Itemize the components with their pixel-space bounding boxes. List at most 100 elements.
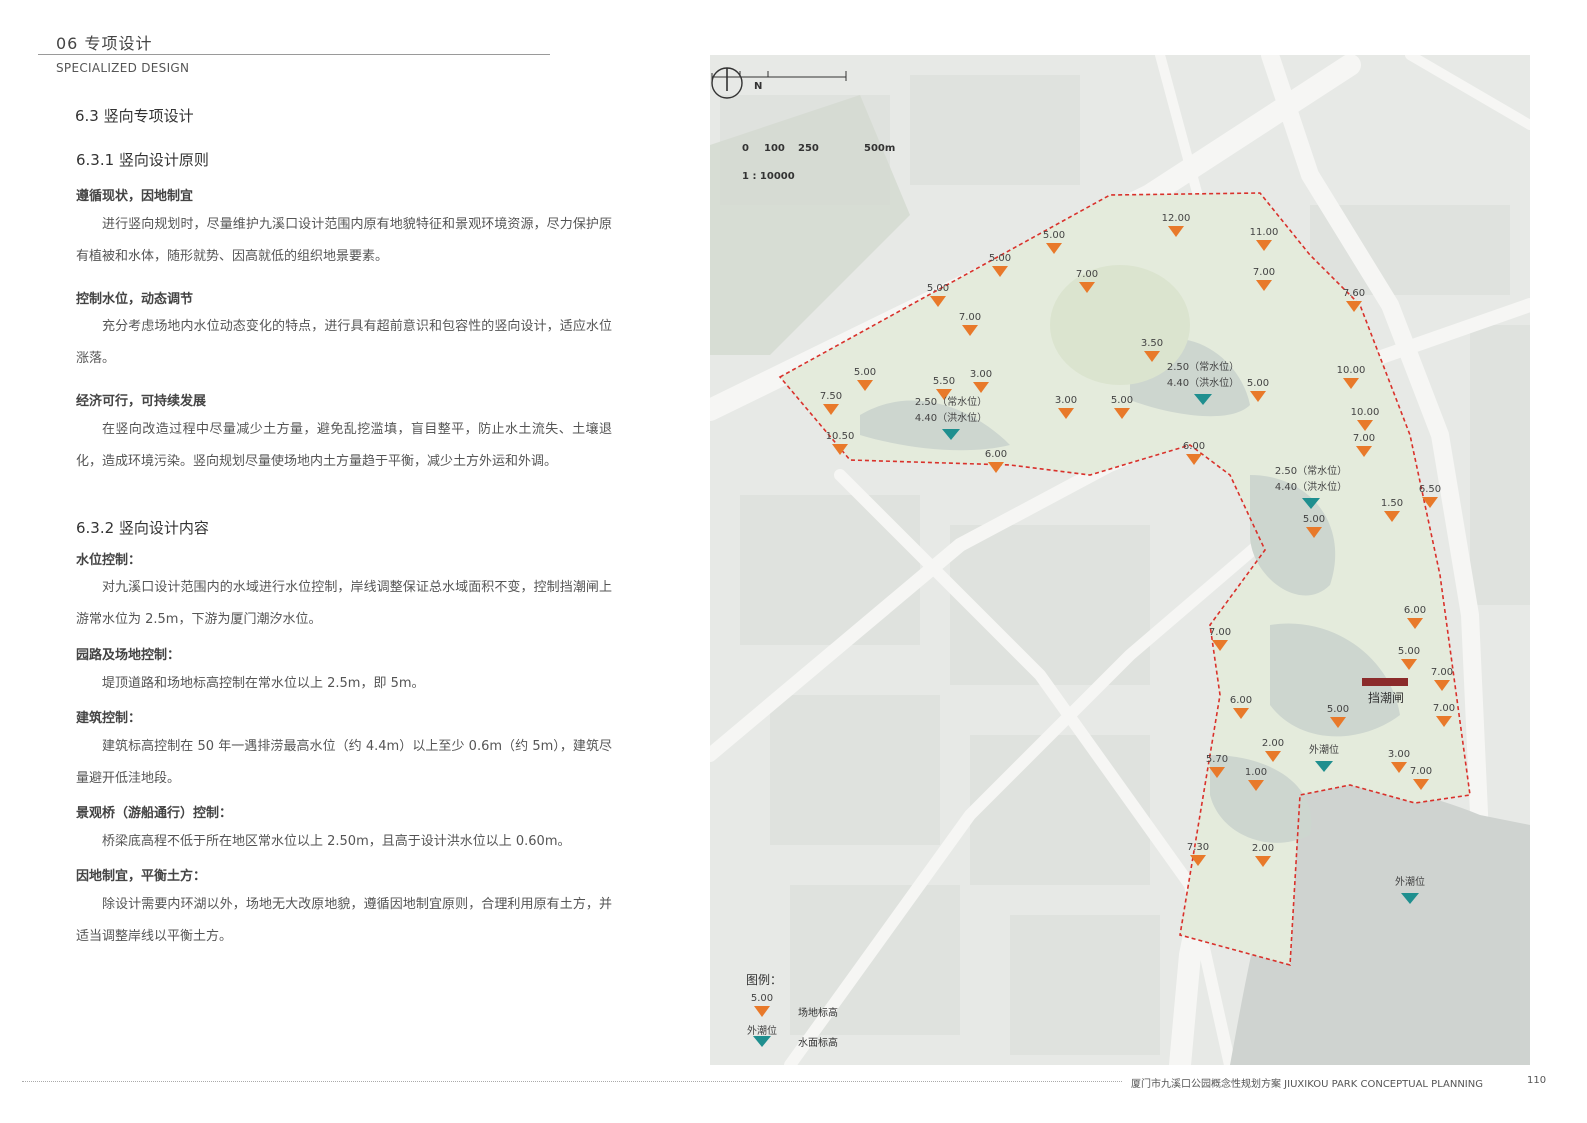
section-title: 06 专项设计 [56, 34, 153, 53]
elevation-label: 7.00 [1075, 269, 1099, 280]
site-map[interactable]: N 0 100 250 500m 1 : 10000 12.00 11.00 5.0… [710, 55, 1530, 1065]
elevation-marker-icon [1265, 751, 1281, 762]
elevation-label: 2.00 [1251, 843, 1275, 854]
map-basemap [710, 55, 1530, 1065]
water-level-label: 外潮位 [1395, 877, 1425, 888]
elevation-label: 6.50 [1418, 484, 1442, 495]
content-text-2: 堤顶道路和场地标高控制在常水位以上 2.5m，即 5m。 [102, 676, 425, 691]
elevation-label: 7.00 [1252, 267, 1276, 278]
elevation-marker-icon [1436, 716, 1452, 727]
water-level-marker-icon [942, 429, 960, 440]
elevation-label: 6.00 [1229, 695, 1253, 706]
elevation-label: 7.00 [1409, 766, 1433, 777]
elevation-marker-icon [930, 296, 946, 307]
scale-tick-100: 100 [764, 143, 785, 154]
elevation-marker-icon [1384, 511, 1400, 522]
header-divider [38, 54, 550, 55]
water-level-marker-icon [1194, 394, 1212, 405]
elevation-marker-icon [992, 266, 1008, 277]
content-title-3: 建筑控制： [76, 711, 142, 726]
elevation-label: 7.00 [1208, 627, 1232, 638]
elevation-label: 5.50 [932, 376, 956, 387]
legend-water-marker-icon [753, 1036, 771, 1047]
elevation-label: 5.70 [1205, 754, 1229, 765]
elevation-marker-icon [1250, 391, 1266, 402]
scale-ratio: 1 : 10000 [742, 171, 795, 182]
elevation-marker-icon [857, 380, 873, 391]
elevation-label: 3.00 [1387, 749, 1411, 760]
principle-text-2: 充分考虑场地内水位动态变化的特点，进行具有超前意识和包容性的竖向设计，适应水位涨… [76, 319, 612, 366]
content-text-1: 对九溪口设计范围内的水域进行水位控制，岸线调整保证总水域面积不变，控制挡潮闸上游… [76, 580, 612, 627]
content-text-5: 除设计需要内环湖以外，场地无大改原地貌，遵循因地制宜原则，合理利用原有土方，并适… [76, 897, 612, 944]
elevation-label: 7.00 [1352, 433, 1376, 444]
elevation-marker-icon [832, 444, 848, 455]
elevation-marker-icon [1248, 780, 1264, 791]
elevation-label: 7.60 [1342, 288, 1366, 299]
water-level-marker-icon [1315, 761, 1333, 772]
subsection-heading-content: 6.3.2 竖向设计内容 [76, 519, 209, 537]
content-text-4: 桥梁底高程不低于所在地区常水位以上 2.50m，且高于设计洪水位以上 0.60m… [102, 834, 571, 849]
elevation-label: 7.50 [819, 391, 843, 402]
elevation-label: 5.00 [853, 367, 877, 378]
elevation-label: 7.00 [958, 312, 982, 323]
elevation-label: 6.00 [1403, 605, 1427, 616]
elevation-label: 1.00 [1244, 767, 1268, 778]
elevation-marker-icon [1407, 618, 1423, 629]
elevation-marker-icon [988, 462, 1004, 473]
content-title-4: 景观桥（游船通行）控制： [76, 806, 233, 821]
elevation-label: 7.00 [1430, 667, 1454, 678]
scale-bar [711, 71, 847, 81]
principle-text-3: 在竖向改造过程中尽量减少土方量，避免乱挖滥填，盲目整平，防止水土流失、土壤退化，… [76, 422, 612, 469]
elevation-marker-icon [1212, 640, 1228, 651]
scale-tick-250: 250 [798, 143, 819, 154]
water-level-label: 2.50（常水位） 4.40（洪水位） [1166, 362, 1240, 389]
elevation-label: 5.00 [1246, 378, 1270, 389]
elevation-label: 5.00 [1302, 514, 1326, 525]
elevation-marker-icon [1233, 708, 1249, 719]
elevation-label: 6.00 [1182, 441, 1206, 452]
legend-site-sample: 5.00 [750, 993, 774, 1004]
page-number: 110 [1527, 1075, 1547, 1086]
legend-site-label: 场地标高 [798, 1008, 838, 1019]
elevation-marker-icon [973, 382, 989, 393]
elevation-marker-icon [1255, 856, 1271, 867]
elevation-marker-icon [1114, 408, 1130, 419]
elevation-label: 3.50 [1140, 338, 1164, 349]
elevation-marker-icon [1346, 301, 1362, 312]
elevation-marker-icon [1046, 243, 1062, 254]
elevation-label: 12.00 [1161, 213, 1191, 224]
elevation-marker-icon [1391, 762, 1407, 773]
elevation-marker-icon [1306, 527, 1322, 538]
legend-water-label: 水面标高 [798, 1038, 838, 1049]
water-level-label: 2.50（常水位） 4.40（洪水位） [914, 397, 988, 424]
principle-title-2: 控制水位，动态调节 [76, 292, 194, 307]
elevation-marker-icon [1434, 680, 1450, 691]
principle-title-1: 遵循现状，因地制宜 [76, 189, 194, 204]
scale-tick-500: 500m [864, 143, 896, 154]
elevation-marker-icon [1079, 282, 1095, 293]
content-title-2: 园路及场地控制： [76, 648, 181, 663]
elevation-label: 5.00 [1042, 230, 1066, 241]
content-text-3: 建筑标高控制在 50 年一遇排涝最高水位（约 4.4m）以上至少 0.6m（约 … [76, 739, 612, 786]
elevation-marker-icon [1256, 280, 1272, 291]
elevation-label: 10.00 [1350, 407, 1380, 418]
elevation-marker-icon [1190, 855, 1206, 866]
elevation-marker-icon [1144, 351, 1160, 362]
footer-title: 厦门市九溪口公园概念性规划方案 JIUXIKOU PARK CONCEPTUAL… [1131, 1079, 1483, 1090]
elevation-marker-icon [1058, 408, 1074, 419]
elevation-marker-icon [1256, 240, 1272, 251]
principle-text-1: 进行竖向规划时，尽量维护九溪口设计范围内原有地貌特征和景观环境资源，尽力保护原有… [76, 217, 612, 264]
section-subtitle: SPECIALIZED DESIGN [56, 61, 190, 75]
elevation-label: 3.00 [1054, 395, 1078, 406]
content-title-1: 水位控制： [76, 553, 142, 568]
legend-title: 图例： [746, 973, 783, 987]
water-level-marker-icon [1302, 498, 1320, 509]
elevation-label: 7.30 [1186, 842, 1210, 853]
subsection-heading-principles: 6.3.1 竖向设计原则 [76, 151, 209, 169]
legend-water-sample: 外潮位 [747, 1026, 777, 1037]
content-title-5: 因地制宜，平衡土方： [76, 869, 207, 884]
principle-title-3: 经济可行，可持续发展 [76, 394, 207, 409]
elevation-label: 5.00 [1110, 395, 1134, 406]
elevation-label: 3.00 [969, 369, 993, 380]
water-level-label: 2.50（常水位） 4.40（洪水位） [1274, 466, 1348, 493]
